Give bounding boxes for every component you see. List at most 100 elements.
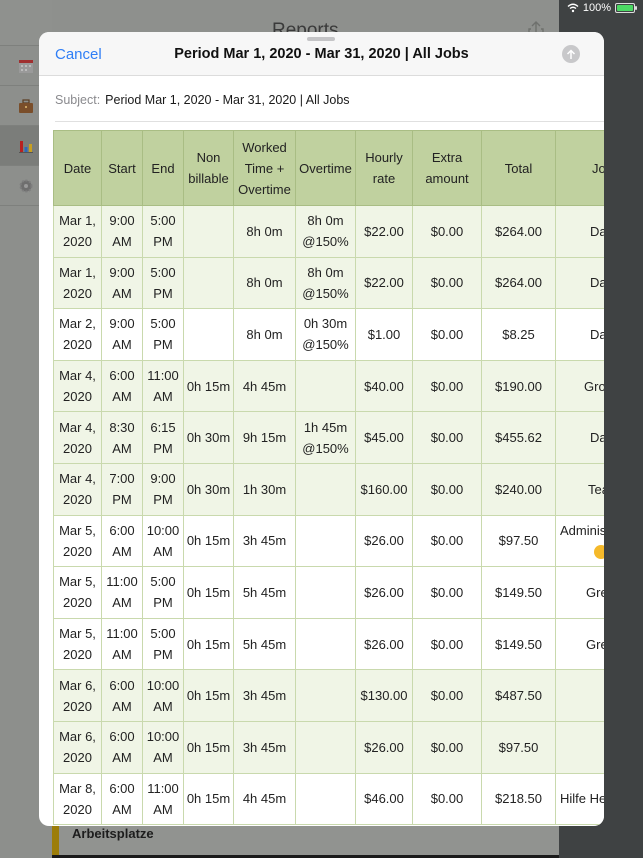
cell-total: $455.62 bbox=[481, 411, 556, 464]
cell-start: 7:00 PM bbox=[101, 462, 143, 516]
report-table: Date Start End Non billable Worked Time + Ov… bbox=[53, 130, 604, 826]
cell-non-billable: 0h 15m bbox=[183, 514, 234, 568]
cell-overtime bbox=[295, 720, 356, 774]
cell-hourly-rate: $130.00 bbox=[355, 669, 413, 722]
cell-hourly-rate: $40.00 bbox=[355, 359, 413, 413]
section-label: Arbeitsplatze bbox=[72, 826, 154, 841]
table-row: Mar 6, 2020 6:00 AM 10:00 AM 0h 15m 3h 45m $1… bbox=[53, 669, 604, 722]
cell-start: 6:00 AM bbox=[101, 772, 143, 826]
cell-overtime bbox=[295, 359, 356, 413]
cell-date: Mar 8, 2020 bbox=[53, 772, 102, 826]
column-header-hourly-rate: Hourly rate bbox=[355, 130, 413, 206]
cell-extra-amount: $0.00 bbox=[412, 566, 482, 619]
table-row: Mar 4, 2020 8:30 AM 6:15 PM 0h 30m 9h 15m 1h … bbox=[53, 411, 604, 464]
cell-extra-amount: $0.00 bbox=[412, 669, 482, 722]
cell-start: 6:00 AM bbox=[101, 514, 143, 568]
report-table-container[interactable]: Date Start End Non billable Worked Time + Ov… bbox=[53, 130, 604, 826]
cell-total: $8.25 bbox=[481, 308, 556, 361]
cell-end: 11:00 AM bbox=[142, 359, 184, 413]
cell-non-billable: 0h 15m bbox=[183, 772, 234, 826]
battery-charging-icon bbox=[615, 3, 637, 13]
cell-worked-time: 4h 45m bbox=[233, 359, 296, 413]
cell-date: Mar 2, 2020 bbox=[53, 308, 102, 361]
cell-non-billable bbox=[183, 308, 234, 361]
cell-non-billable bbox=[183, 256, 234, 310]
send-button[interactable] bbox=[562, 45, 580, 63]
cell-date: Mar 1, 2020 bbox=[53, 205, 102, 258]
cell-overtime: 8h 0m @150% bbox=[295, 256, 356, 310]
cell-job: Adminis bbox=[555, 514, 604, 568]
table-row: Mar 5, 2020 6:00 AM 10:00 AM 0h 15m 3h 45m $2… bbox=[53, 514, 604, 568]
mail-compose-sheet: Cancel Period Mar 1, 2020 - Mar 31, 2020… bbox=[39, 32, 604, 826]
cell-worked-time: 8h 0m bbox=[233, 256, 296, 310]
cell-start: 6:00 AM bbox=[101, 359, 143, 413]
cell-start: 6:00 AM bbox=[101, 720, 143, 774]
cell-hourly-rate: $45.00 bbox=[355, 411, 413, 464]
column-header-start: Start bbox=[101, 130, 143, 206]
cell-non-billable bbox=[183, 205, 234, 258]
cell-extra-amount: $0.00 bbox=[412, 256, 482, 310]
cell-end: 5:00 PM bbox=[142, 566, 184, 619]
column-header-worked-time: Worked Time + Overtime bbox=[233, 130, 296, 206]
cell-date: Mar 5, 2020 bbox=[53, 514, 102, 568]
cell-date: Mar 6, 2020 bbox=[53, 720, 102, 774]
cell-worked-time: 9h 15m bbox=[233, 411, 296, 464]
cell-job: Greg's bbox=[555, 617, 604, 671]
cell-hourly-rate: $160.00 bbox=[355, 462, 413, 516]
cell-start: 9:00 AM bbox=[101, 256, 143, 310]
arrow-up-icon bbox=[566, 48, 576, 59]
cell-end: 5:00 PM bbox=[142, 617, 184, 671]
cell-job: Day bbox=[555, 411, 604, 464]
cell-start: 8:30 AM bbox=[101, 411, 143, 464]
sheet-grabber[interactable] bbox=[307, 37, 335, 41]
table-row: Mar 5, 2020 11:00 AM 5:00 PM 0h 15m 5h 45m $2… bbox=[53, 617, 604, 671]
cell-end: 10:00 AM bbox=[142, 720, 184, 774]
cell-extra-amount: $0.00 bbox=[412, 205, 482, 258]
cell-date: Mar 4, 2020 bbox=[53, 411, 102, 464]
cell-start: 6:00 AM bbox=[101, 669, 143, 722]
cell-date: Mar 1, 2020 bbox=[53, 256, 102, 310]
cell-worked-time: 3h 45m bbox=[233, 514, 296, 568]
cell-extra-amount: $0.00 bbox=[412, 617, 482, 671]
cell-hourly-rate: $26.00 bbox=[355, 566, 413, 619]
subject-field[interactable]: Subject: Period Mar 1, 2020 - Mar 31, 20… bbox=[55, 78, 604, 122]
column-header-job: Jo bbox=[555, 130, 604, 206]
cell-date: Mar 6, 2020 bbox=[53, 669, 102, 722]
cell-extra-amount: $0.00 bbox=[412, 720, 482, 774]
cell-job: Day bbox=[555, 205, 604, 258]
wifi-icon bbox=[567, 3, 579, 13]
table-row: Mar 4, 2020 6:00 AM 11:00 AM 0h 15m 4h 45m $4… bbox=[53, 359, 604, 413]
cell-job: Teach bbox=[555, 462, 604, 516]
cell-non-billable: 0h 15m bbox=[183, 617, 234, 671]
cell-date: Mar 5, 2020 bbox=[53, 566, 102, 619]
column-header-non-billable: Non billable bbox=[183, 130, 234, 206]
cell-overtime bbox=[295, 566, 356, 619]
cell-overtime bbox=[295, 514, 356, 568]
cell-job: Group bbox=[555, 359, 604, 413]
cell-extra-amount: $0.00 bbox=[412, 514, 482, 568]
table-row: Mar 5, 2020 11:00 AM 5:00 PM 0h 15m 5h 45m $2… bbox=[53, 566, 604, 619]
cell-total: $149.50 bbox=[481, 617, 556, 671]
cell-job: Hilfe He bbox=[555, 772, 604, 826]
cell-non-billable: 0h 15m bbox=[183, 720, 234, 774]
cell-hourly-rate: $1.00 bbox=[355, 308, 413, 361]
cell-extra-amount: $0.00 bbox=[412, 411, 482, 464]
column-header-overtime: Overtime bbox=[295, 130, 356, 206]
cell-overtime bbox=[295, 772, 356, 826]
cell-overtime: 1h 45m @150% bbox=[295, 411, 356, 464]
table-row: Mar 8, 2020 6:00 AM 11:00 AM 0h 15m 4h 45m $4… bbox=[53, 772, 604, 826]
table-row: Mar 4, 2020 7:00 PM 9:00 PM 0h 30m 1h 30m $16… bbox=[53, 462, 604, 516]
table-row: Mar 2, 2020 9:00 AM 5:00 PM 8h 0m 0h 30m @15… bbox=[53, 308, 604, 361]
cell-worked-time: 5h 45m bbox=[233, 566, 296, 619]
cell-end: 6:15 PM bbox=[142, 411, 184, 464]
subject-value[interactable]: Period Mar 1, 2020 - Mar 31, 2020 | All … bbox=[105, 93, 349, 107]
cell-non-billable: 0h 30m bbox=[183, 411, 234, 464]
cell-total: $97.50 bbox=[481, 514, 556, 568]
cell-end: 10:00 AM bbox=[142, 514, 184, 568]
job-name: Adminis bbox=[560, 522, 604, 538]
cell-worked-time: 5h 45m bbox=[233, 617, 296, 671]
column-header-extra-amount: Extra amount bbox=[412, 130, 482, 206]
cell-end: 10:00 AM bbox=[142, 669, 184, 722]
section-header: Arbeitsplatze bbox=[52, 826, 559, 856]
gear-icon bbox=[19, 179, 33, 192]
